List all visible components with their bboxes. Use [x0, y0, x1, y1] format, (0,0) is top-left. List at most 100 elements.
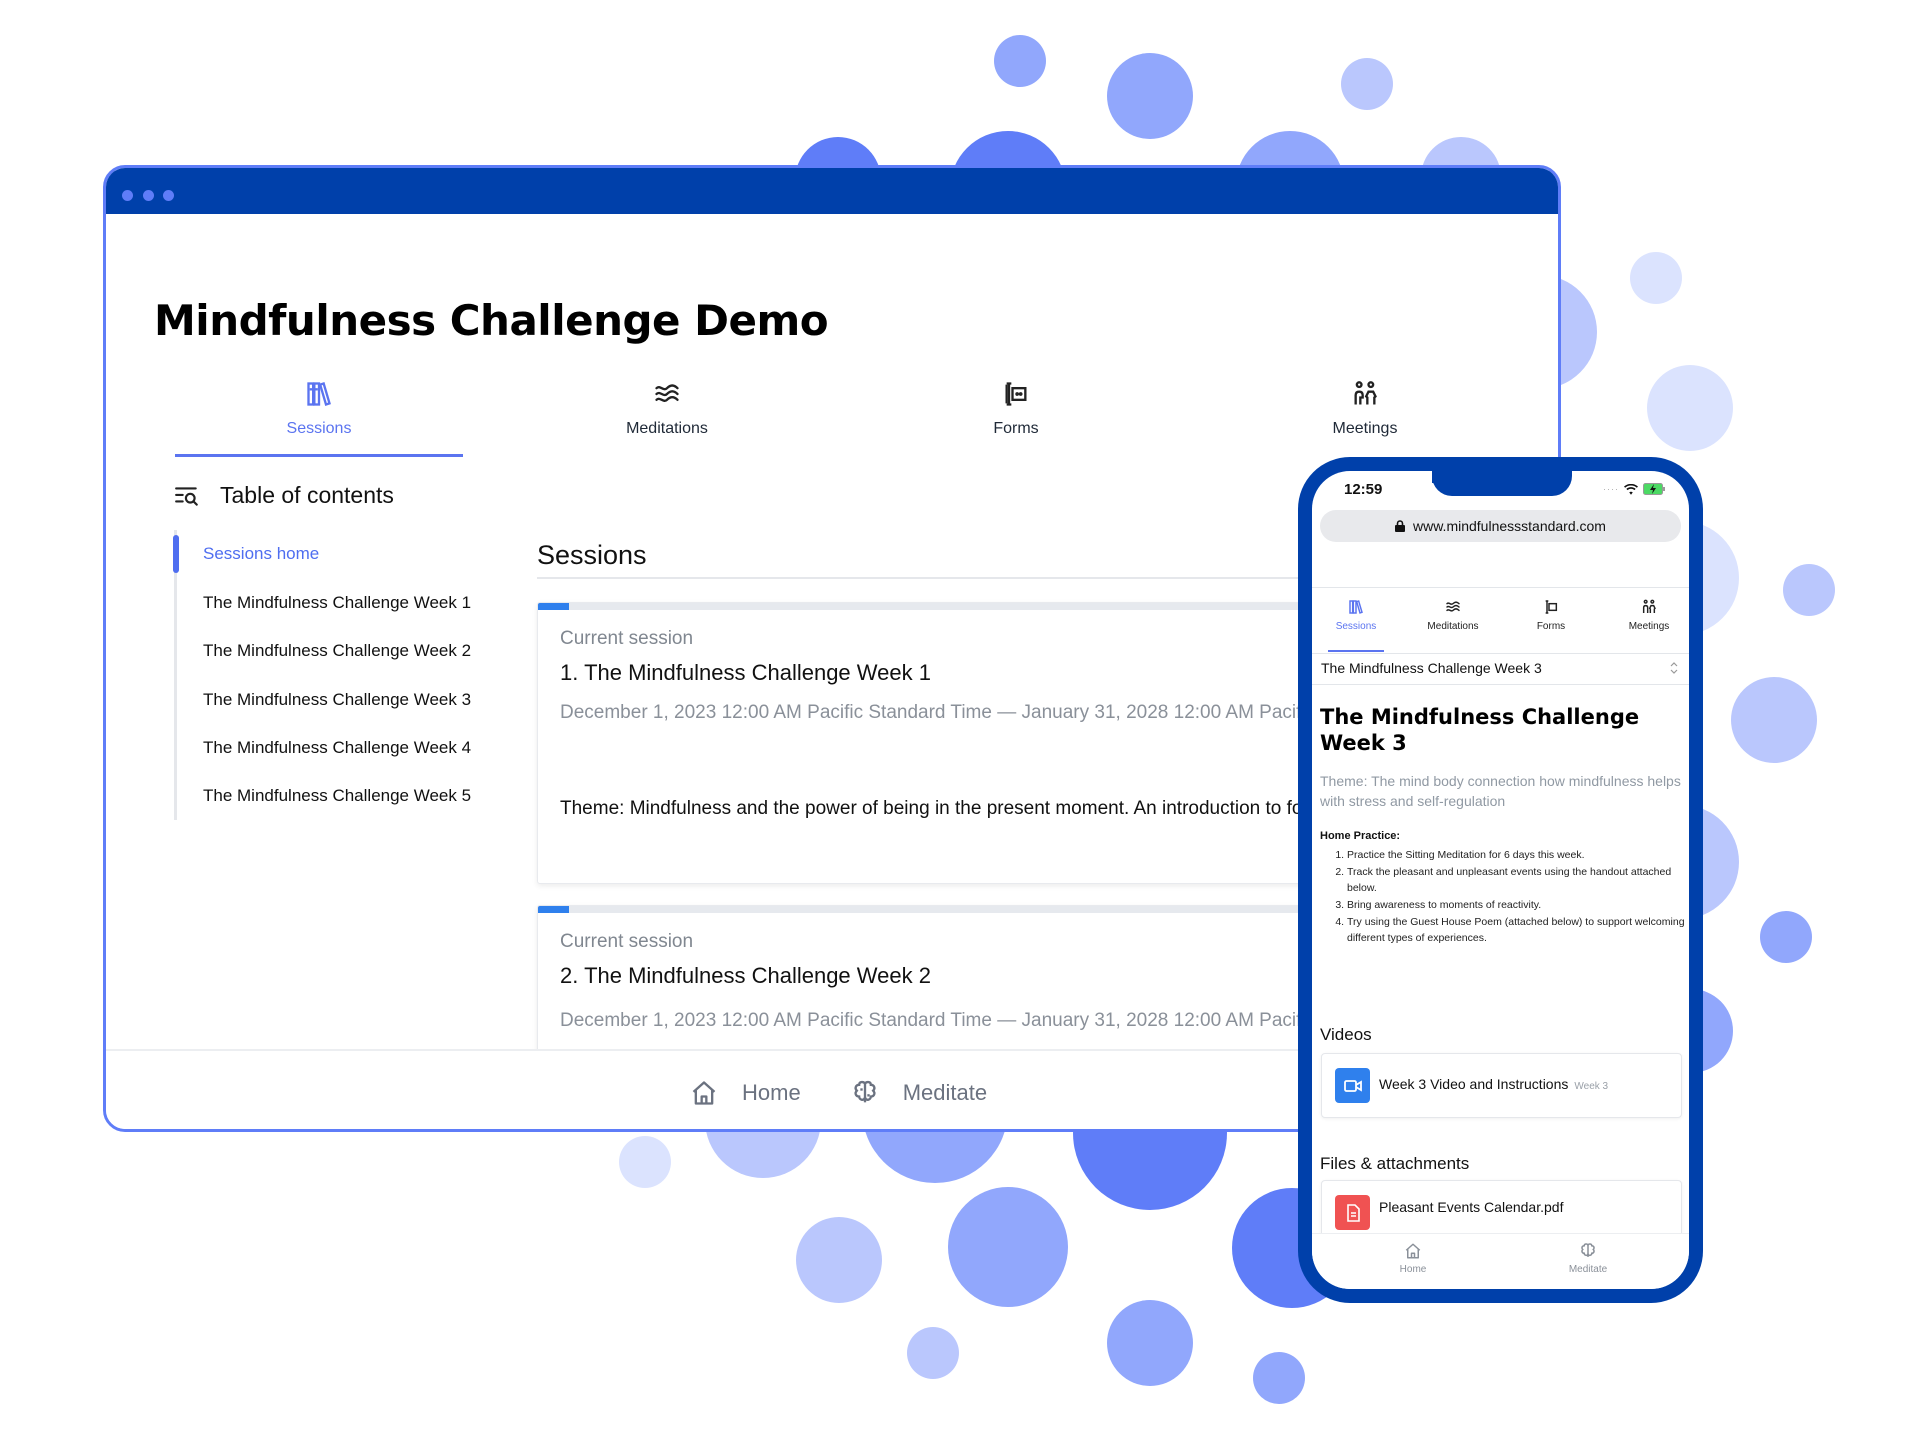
m-tab-label: Forms — [1536, 621, 1566, 632]
home-practice-item: Practice the Sitting Meditation for 6 da… — [1347, 847, 1689, 863]
divider — [1312, 587, 1689, 588]
footer-home-label: Home — [742, 1080, 801, 1105]
decor-circle — [948, 1187, 1068, 1307]
pdf-file-icon — [1335, 1195, 1370, 1230]
m-tab-meditations[interactable]: Meditations — [1408, 599, 1498, 632]
video-tag: Week 3 — [1574, 1081, 1609, 1092]
home-practice-list: Practice the Sitting Meditation for 6 da… — [1320, 847, 1689, 947]
tab-label: Meditations — [626, 420, 708, 437]
m-tab-label: Meetings — [1628, 621, 1670, 632]
tab-label: Meetings — [1332, 420, 1398, 437]
home-icon — [692, 1081, 716, 1105]
wifi-icon — [1624, 483, 1638, 495]
home-icon — [1405, 1243, 1421, 1259]
session-title[interactable]: 2. The Mindfulness Challenge Week 2 — [560, 963, 931, 989]
decor-circle — [796, 1217, 882, 1303]
files-heading: Files & attachments — [1320, 1154, 1470, 1173]
footer-home-link[interactable]: Home — [690, 1079, 801, 1107]
tab-label: Forms — [993, 420, 1039, 437]
url-bar[interactable]: www.mindfulnessstandard.com — [1320, 510, 1681, 542]
tab-meditations[interactable]: Meditations — [522, 380, 812, 438]
m-tab-label: Meditations — [1427, 621, 1479, 632]
toc-track — [174, 530, 177, 820]
footer-nav: Home Meditate — [690, 1063, 1037, 1123]
home-practice-item: Track the pleasant and unpleasant events… — [1347, 864, 1689, 896]
active-tab-indicator — [175, 454, 463, 457]
decor-circle — [907, 1327, 959, 1379]
m-tab-label: Sessions — [1335, 621, 1377, 632]
footer-meditate-link[interactable]: Meditate — [851, 1079, 987, 1107]
tab-forms[interactable]: Forms — [871, 380, 1161, 438]
waves-icon — [655, 384, 679, 402]
decor-circle — [1760, 911, 1812, 963]
signal-icon: ···· — [1603, 484, 1619, 494]
session-theme: Theme: The mind body connection how mind… — [1320, 773, 1681, 809]
brain-icon — [854, 1080, 876, 1103]
decor-circle — [1783, 564, 1835, 616]
active-tab-indicator — [1328, 650, 1384, 652]
toc-active-indicator — [173, 535, 179, 573]
toc-item-week-3[interactable]: The Mindfulness Challenge Week 3 — [203, 690, 471, 710]
video-icon — [1335, 1068, 1370, 1103]
toc-item-week-2[interactable]: The Mindfulness Challenge Week 2 — [203, 641, 471, 661]
m-tab-forms[interactable]: Forms — [1506, 599, 1596, 632]
m-tab-sessions[interactable]: Sessions — [1312, 599, 1401, 632]
people-icon — [1354, 381, 1377, 405]
status-icons: ···· — [1603, 483, 1665, 495]
phone-notch — [1432, 471, 1572, 496]
people-icon — [1642, 599, 1656, 613]
window-dot — [122, 190, 133, 201]
home-practice-item: Bring awareness to moments of reactivity… — [1347, 897, 1689, 913]
tab-meetings[interactable]: Meetings — [1220, 380, 1510, 438]
decor-circle — [1107, 1300, 1193, 1386]
phone-frame: 12:59 ···· www.mindfulnessstandard.com S… — [1298, 457, 1703, 1303]
bottom-nav-meditate[interactable]: Meditate — [1548, 1242, 1628, 1275]
form-icon — [1545, 600, 1558, 614]
battery-charging-icon — [1643, 483, 1665, 495]
phone-screen: 12:59 ···· www.mindfulnessstandard.com S… — [1312, 471, 1689, 1289]
bottom-nav: Home Meditate — [1312, 1233, 1689, 1289]
video-card[interactable]: Week 3 Video and Instructions Week 3 — [1321, 1053, 1682, 1118]
chevron-up-down-icon — [1670, 662, 1678, 674]
video-title: Week 3 Video and Instructions Week 3 — [1379, 1076, 1608, 1092]
session-title: The Mindfulness Challenge Week 3 — [1320, 705, 1640, 755]
toc-item-week-5[interactable]: The Mindfulness Challenge Week 5 — [203, 786, 471, 806]
tab-sessions[interactable]: Sessions — [174, 380, 464, 438]
m-tab-meetings[interactable]: Meetings — [1604, 599, 1689, 632]
books-icon — [307, 382, 331, 406]
session-select[interactable]: The Mindfulness Challenge Week 3 — [1312, 653, 1689, 684]
decor-circle — [619, 1136, 671, 1188]
sessions-heading: Sessions — [537, 540, 647, 570]
status-time: 12:59 — [1344, 481, 1383, 498]
bottom-nav-home-label: Home — [1399, 1264, 1427, 1275]
toc-heading: Table of contents — [220, 482, 394, 508]
toc-header[interactable]: Table of contents — [174, 482, 394, 509]
toc-item-sessions-home[interactable]: Sessions home — [203, 544, 319, 564]
session-select-value: The Mindfulness Challenge Week 3 — [1321, 660, 1542, 676]
divider — [1312, 684, 1689, 685]
decor-circle — [1107, 53, 1193, 139]
toc-search-icon — [175, 486, 198, 506]
decor-circle — [994, 35, 1046, 87]
session-kicker: Current session — [560, 628, 694, 649]
session-title[interactable]: 1. The Mindfulness Challenge Week 1 — [560, 660, 931, 686]
window-dot — [143, 190, 154, 201]
decor-circle — [1630, 252, 1682, 304]
session-kicker: Current session — [560, 931, 694, 952]
file-name: Pleasant Events Calendar.pdf — [1379, 1199, 1564, 1215]
decor-circle — [1647, 365, 1733, 451]
browser-title-bar — [106, 168, 1558, 214]
decor-circle — [1253, 1352, 1305, 1404]
waves-icon — [1446, 601, 1460, 612]
toc-item-week-1[interactable]: The Mindfulness Challenge Week 1 — [203, 593, 471, 613]
toc-item-week-4[interactable]: The Mindfulness Challenge Week 4 — [203, 738, 471, 758]
lock-icon — [1395, 520, 1405, 532]
page-title: Mindfulness Challenge Demo — [154, 296, 829, 345]
decor-circle — [1341, 58, 1393, 110]
videos-heading: Videos — [1320, 1025, 1372, 1044]
tab-label: Sessions — [286, 420, 352, 437]
session-progress-fill — [538, 906, 570, 913]
books-icon — [1349, 600, 1363, 614]
form-icon — [1005, 382, 1027, 406]
bottom-nav-home[interactable]: Home — [1373, 1242, 1453, 1275]
